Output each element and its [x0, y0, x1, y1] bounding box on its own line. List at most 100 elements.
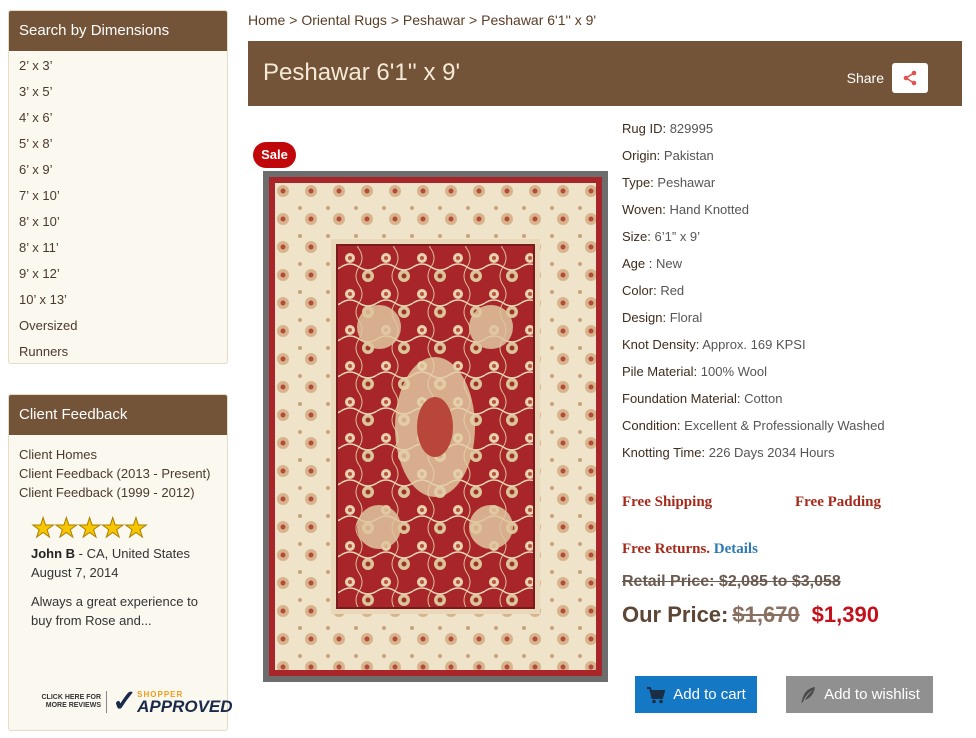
spec-key: Size:: [622, 229, 651, 244]
spec-key: Color:: [622, 283, 657, 298]
dimension-link-runners[interactable]: Runners: [19, 339, 227, 365]
spec-value: Excellent & Professionally Washed: [684, 418, 885, 433]
spec-value: Approx. 169 KPSI: [702, 337, 806, 352]
spec-value: Red: [660, 283, 685, 298]
star-icon: ★: [123, 513, 148, 544]
dimensions-list: 2’ x 3’ 3’ x 5’ 4’ x 6’ 5’ x 8’ 6’ x 9’ …: [9, 51, 227, 365]
client-feedback-panel: Client Feedback Client Homes Client Feed…: [8, 394, 233, 731]
spec-design: Design: Floral: [622, 309, 885, 336]
client-feedback-2013-link[interactable]: Client Feedback (2013 - Present): [19, 464, 227, 483]
dimension-link-5x8[interactable]: 5’ x 8’: [19, 131, 227, 157]
breadcrumb-oriental-rugs[interactable]: Oriental Rugs: [301, 12, 387, 28]
client-feedback-1999-link[interactable]: Client Feedback (1999 - 2012): [19, 483, 227, 502]
breadcrumb-current: Peshawar 6'1'' x 9': [481, 12, 597, 28]
share-icon: [903, 70, 917, 86]
spec-value: Peshawar: [657, 175, 716, 190]
product-image[interactable]: [263, 171, 608, 682]
review-date: August 7, 2014: [31, 565, 119, 580]
spec-value: Cotton: [744, 391, 783, 406]
client-feedback-title: Client Feedback: [9, 395, 227, 435]
spec-key: Knotting Time:: [622, 445, 706, 460]
spec-value: Hand Knotted: [669, 202, 749, 217]
reviewer-name: John B: [31, 546, 76, 561]
retail-price: Retail Price: $2,085 to $3,058: [622, 573, 841, 590]
page-title: Peshawar 6'1'' x 9': [263, 59, 461, 86]
spec-condition: Condition: Excellent & Professionally Wa…: [622, 417, 885, 444]
spec-age: Age : New: [622, 255, 885, 282]
spec-type: Type: Peshawar: [622, 174, 885, 201]
spec-rug-id: Rug ID: 829995: [622, 120, 885, 147]
spec-value: 829995: [669, 121, 714, 136]
shopper-approved-logo: ✓ SHOPPER APPROVED: [112, 687, 233, 717]
spec-origin: Origin: Pakistan: [622, 147, 885, 174]
sale-price: $1,390: [811, 602, 879, 627]
shopper-approved-badge[interactable]: CLICK HERE FOR MORE REVIEWS ✓ SHOPPER AP…: [31, 687, 233, 717]
dimension-link-3x5[interactable]: 3’ x 5’: [19, 79, 227, 105]
old-price: $1,670: [732, 602, 800, 627]
spec-key: Origin:: [622, 148, 661, 163]
spec-key: Rug ID:: [622, 121, 667, 136]
client-homes-link[interactable]: Client Homes: [19, 445, 227, 464]
free-returns: Free Returns. Details: [622, 541, 758, 558]
breadcrumb-separator: >: [469, 12, 478, 28]
share-control: Share: [847, 63, 928, 93]
spec-foundation-material: Foundation Material: Cotton: [622, 390, 885, 417]
spec-key: Age :: [622, 256, 653, 271]
dimension-link-7x10[interactable]: 7’ x 10’: [19, 183, 227, 209]
details-link[interactable]: Details: [714, 541, 758, 557]
badge-divider: [106, 691, 107, 713]
spec-value: 100% Wool: [700, 364, 768, 379]
spec-knotting-time: Knotting Time: 226 Days 2034 Hours: [622, 444, 885, 471]
spec-value: Floral: [669, 310, 703, 325]
spec-value: Pakistan: [663, 148, 714, 163]
rating-stars: ★★★★★: [30, 513, 148, 544]
spec-pile-material: Pile Material: 100% Wool: [622, 363, 885, 390]
dimension-link-2x3[interactable]: 2’ x 3’: [19, 53, 227, 79]
spec-key: Design:: [622, 310, 667, 325]
dimension-link-9x12[interactable]: 9’ x 12’: [19, 261, 227, 287]
breadcrumb-separator: >: [289, 12, 298, 28]
feather-icon: [801, 686, 816, 703]
product-specs: Rug ID: 829995 Origin: Pakistan Type: Pe…: [622, 120, 885, 471]
add-to-cart-label: Add to cart: [673, 686, 746, 703]
dimension-link-6x9[interactable]: 6’ x 9’: [19, 157, 227, 183]
free-padding-text: Free Padding: [795, 494, 881, 510]
spec-woven: Woven: Hand Knotted: [622, 201, 885, 228]
reviewer: John B - CA, United States: [31, 544, 211, 563]
rug-image: [269, 177, 602, 676]
spec-key: Pile Material:: [622, 364, 698, 379]
breadcrumb-separator: >: [390, 12, 399, 28]
spec-value: 6’1” x 9’: [654, 229, 701, 244]
spec-key: Foundation Material:: [622, 391, 741, 406]
spec-key: Woven:: [622, 202, 666, 217]
star-icon: ★: [77, 513, 102, 544]
star-icon: ★: [100, 513, 125, 544]
star-icon: ★: [54, 513, 79, 544]
spec-value: New: [655, 256, 682, 271]
our-price: Our Price: $1,670 $1,390: [622, 602, 879, 628]
cart-icon: [647, 686, 666, 703]
dimension-link-oversized[interactable]: Oversized: [19, 313, 227, 339]
breadcrumb-peshawar[interactable]: Peshawar: [403, 12, 465, 28]
dimension-link-8x11[interactable]: 8’ x 11’: [19, 235, 227, 261]
reviewer-location: - CA, United States: [75, 546, 190, 561]
share-button[interactable]: [892, 63, 928, 93]
spec-key: Condition:: [622, 418, 681, 433]
free-shipping-text: Free Shipping: [622, 494, 713, 510]
badge-more-reviews-text: CLICK HERE FOR MORE REVIEWS: [41, 694, 102, 709]
dimension-link-4x6[interactable]: 4’ x 6’: [19, 105, 227, 131]
spec-key: Type:: [622, 175, 654, 190]
dimension-link-8x10[interactable]: 8’ x 10’: [19, 209, 227, 235]
spec-color: Color: Red: [622, 282, 885, 309]
star-icon: ★: [30, 513, 55, 544]
spec-key: Knot Density:: [622, 337, 700, 352]
dimension-link-10x13[interactable]: 10’ x 13’: [19, 287, 227, 313]
review-text[interactable]: Always a great experience to buy from Ro…: [31, 592, 211, 630]
breadcrumb-home[interactable]: Home: [248, 12, 285, 28]
feedback-links: Client Homes Client Feedback (2013 - Pre…: [9, 435, 227, 502]
spec-knot-density: Knot Density: Approx. 169 KPSI: [622, 336, 885, 363]
add-to-cart-button[interactable]: Add to cart: [635, 676, 757, 713]
dimensions-panel: Search by Dimensions 2’ x 3’ 3’ x 5’ 4’ …: [8, 10, 228, 364]
add-to-wishlist-button[interactable]: Add to wishlist: [786, 676, 933, 713]
review-block: John B - CA, United States August 7, 201…: [31, 544, 211, 630]
